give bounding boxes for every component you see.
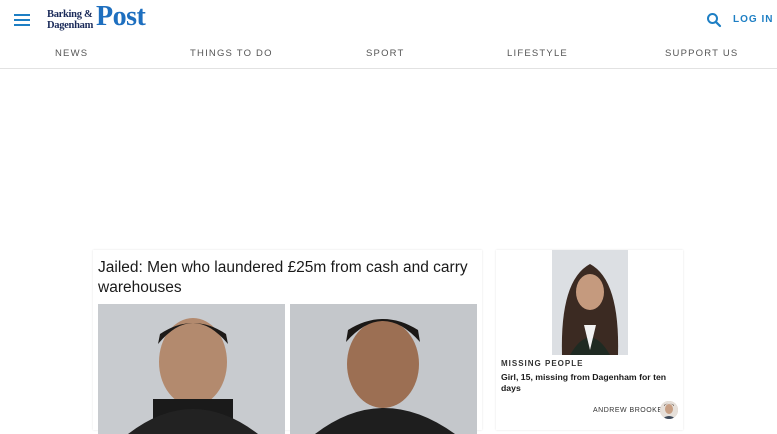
search-icon[interactable]: [705, 11, 723, 29]
login-button[interactable]: LOG IN: [733, 14, 773, 25]
missing-girl-photo[interactable]: [552, 250, 628, 355]
mugshot-photo-right[interactable]: [290, 304, 477, 434]
logo-post-text: Post: [96, 1, 146, 32]
logo-small-text: Barking & Dagenham: [47, 9, 93, 31]
logo-line-2: Dagenham: [47, 20, 94, 31]
main-story-headline[interactable]: Jailed: Men who laundered £25m from cash…: [98, 258, 468, 297]
author-avatar[interactable]: [660, 401, 678, 419]
main-story-card[interactable]: Jailed: Men who laundered £25m from cash…: [93, 250, 482, 434]
nav-item-things-to-do[interactable]: THINGS TO DO: [190, 48, 273, 59]
nav-item-sport[interactable]: SPORT: [366, 48, 405, 59]
hamburger-menu-icon[interactable]: [14, 12, 30, 28]
side-story-kicker[interactable]: MISSING PEOPLE: [501, 359, 583, 368]
side-story-card[interactable]: MISSING PEOPLE Girl, 15, missing from Da…: [496, 250, 683, 430]
side-story-title[interactable]: Girl, 15, missing from Dagenham for ten …: [501, 372, 681, 394]
mugshot-photo-left[interactable]: [98, 304, 285, 434]
nav-item-support-us[interactable]: SUPPORT US: [665, 48, 738, 59]
top-bar: Barking & Dagenham Post LOG IN: [0, 0, 777, 40]
author-name[interactable]: ANDREW BROOKES: [593, 407, 668, 414]
logo-line-1: Barking &: [47, 9, 93, 20]
nav-item-news[interactable]: NEWS: [55, 48, 88, 59]
main-nav: NEWS THINGS TO DO SPORT LIFESTYLE SUPPOR…: [0, 40, 777, 69]
nav-item-lifestyle[interactable]: LIFESTYLE: [507, 48, 568, 59]
